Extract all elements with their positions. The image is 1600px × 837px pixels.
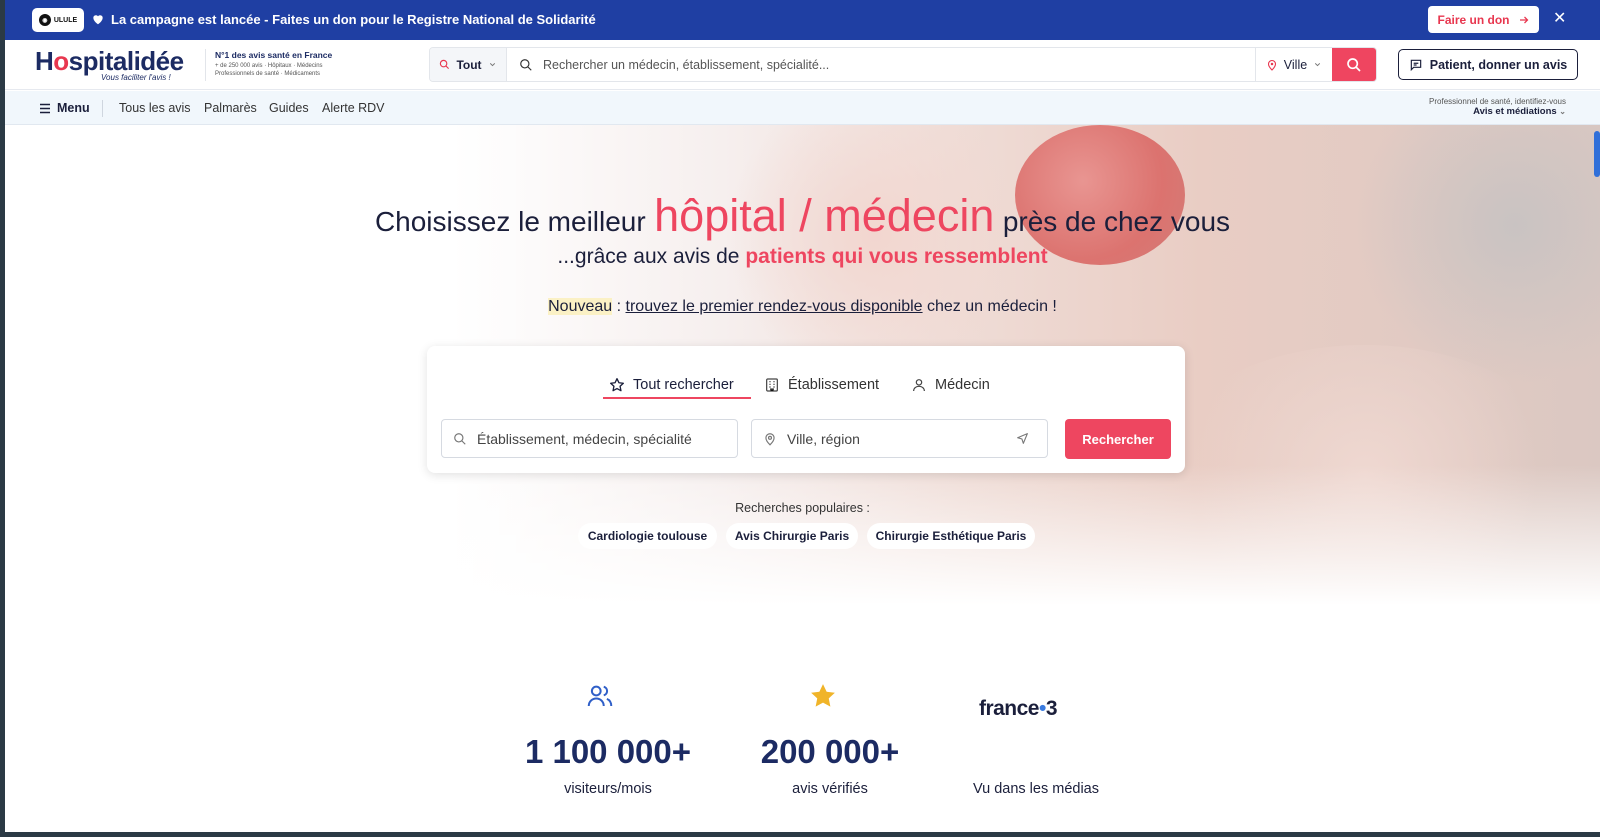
- query-field: [441, 419, 738, 458]
- hamburger-icon: [40, 103, 50, 113]
- message-square-icon: [1410, 59, 1421, 71]
- popular-chip-cardiologie[interactable]: Cardiologie toulouse: [578, 523, 717, 549]
- tab-label: Tout rechercher: [633, 377, 734, 393]
- logo-wordmark: Hospitalidée: [35, 46, 184, 76]
- search-icon: [440, 59, 450, 70]
- france3-logo: france•3: [978, 697, 1058, 720]
- logo-divider: [205, 49, 206, 81]
- new-feature-post: chez un médecin !: [922, 298, 1057, 315]
- query-input[interactable]: [477, 430, 737, 447]
- hero-headline: Choisissez le meilleur hôpital / médecin…: [5, 190, 1600, 242]
- arrow-right-icon: [1519, 16, 1528, 23]
- pro-login-hint: Professionnel de santé, identifiez-vous: [1429, 97, 1566, 106]
- subheadline-highlight: patients qui vous ressemblent: [745, 245, 1048, 268]
- pro-login-label: Avis et médiations: [1473, 106, 1557, 117]
- tab-label: Médecin: [935, 377, 990, 393]
- give-review-button[interactable]: Patient, donner un avis: [1398, 49, 1578, 80]
- building-icon: [766, 378, 778, 392]
- nav-link-tous-les-avis[interactable]: Tous les avis: [119, 101, 191, 115]
- chevron-down-icon: [489, 63, 495, 67]
- meta-title: N°1 des avis santé en France: [215, 50, 333, 60]
- main-nav: Menu Tous les avis Palmarès Guides Alert…: [5, 91, 1600, 125]
- person-icon: [913, 379, 925, 392]
- stat-visitors-label: visiteurs/mois: [564, 781, 652, 797]
- meta-line-2: Professionnels de santé · Médicaments: [215, 71, 321, 77]
- subheadline-pre: ...grâce aux avis de: [557, 245, 740, 268]
- pro-login-menu: Avis et médiations ⌄: [1429, 106, 1566, 117]
- first-appointment-link[interactable]: trouvez le premier rendez-vous disponibl…: [626, 298, 923, 315]
- search-card: Tout rechercher Établissement Médecin Re…: [427, 346, 1185, 473]
- users-icon: [587, 685, 613, 707]
- headline-post: près de chez vous: [1002, 206, 1231, 237]
- header-search-button[interactable]: [1332, 48, 1376, 81]
- search-submit-button[interactable]: Rechercher: [1065, 419, 1171, 459]
- map-pin-icon: [765, 432, 775, 446]
- new-badge: Nouveau: [548, 298, 613, 315]
- hero-subheadline: ...grâce aux avis de patients qui vous r…: [5, 245, 1600, 269]
- ulule-logo-mark: ◉: [38, 14, 51, 26]
- city-select[interactable]: Ville: [1255, 48, 1332, 81]
- header-search-input[interactable]: [543, 57, 1255, 72]
- headline-pre: Choisissez le meilleur: [374, 206, 646, 237]
- stat-reviews-label: avis vérifiés: [792, 781, 868, 797]
- stat-reviews-value: 200 000+: [760, 733, 900, 770]
- popular-chip-chirurgie-paris[interactable]: Avis Chirurgie Paris: [726, 523, 858, 549]
- tab-etablissement[interactable]: Établissement: [764, 371, 879, 399]
- banner-message: La campagne est lancée - Faites un don p…: [111, 12, 596, 27]
- new-feature-line: Nouveau : trouvez le premier rendez-vous…: [5, 298, 1600, 316]
- active-tab-indicator: [603, 397, 751, 399]
- ulule-logo[interactable]: ◉ ULULE: [32, 8, 84, 32]
- star-icon: [610, 378, 624, 392]
- headline-highlight: hôpital / médecin: [654, 190, 995, 241]
- popular-chip-chirurgie-esthetique[interactable]: Chirurgie Esthétique Paris: [867, 523, 1035, 549]
- hospitalidee-logo[interactable]: Hospitalidée Vous faciliter l'avis !: [35, 46, 184, 82]
- tab-tout-rechercher[interactable]: Tout rechercher: [609, 371, 734, 399]
- star-icon: [811, 684, 835, 707]
- nav-divider: [102, 100, 103, 117]
- close-icon[interactable]: ✕: [1553, 11, 1566, 27]
- popular-searches-label: Recherches populaires :: [735, 501, 870, 515]
- chevron-down-icon: [1315, 63, 1321, 67]
- stat-media-label: Vu dans les médias: [972, 781, 1099, 797]
- nav-link-palmares[interactable]: Palmarès: [204, 101, 257, 115]
- new-separator: :: [612, 298, 626, 315]
- map-pin-icon: [1267, 59, 1276, 71]
- site-header: Hospitalidée Vous faciliter l'avis ! N°1…: [5, 40, 1600, 90]
- meta-line-1: + de 250 000 avis · Hôpitaux · Médecins: [215, 63, 323, 69]
- locate-arrow-icon[interactable]: [1016, 432, 1029, 445]
- give-review-label: Patient, donner un avis: [1429, 57, 1568, 72]
- header-search: Tout Ville: [429, 47, 1377, 82]
- menu-label: Menu: [57, 101, 90, 115]
- heart-icon: [93, 15, 103, 25]
- search-scope-label: Tout: [456, 57, 482, 72]
- pro-login-link[interactable]: Professionnel de santé, identifiez-vous …: [1429, 97, 1566, 118]
- logo-tagline: Vous faciliter l'avis !: [101, 73, 171, 82]
- tab-label: Établissement: [788, 377, 880, 393]
- search-icon: [520, 58, 532, 71]
- ulule-logo-text: ULULE: [53, 16, 78, 24]
- location-input[interactable]: [787, 430, 1006, 447]
- menu-button[interactable]: Menu: [39, 101, 90, 115]
- city-select-label: Ville: [1283, 57, 1308, 72]
- page-frame: ◉ ULULE La campagne est lancée - Faites …: [5, 0, 1600, 832]
- logo-meta: N°1 des avis santé en France + de 250 00…: [215, 50, 355, 78]
- donate-button-label: Faire un don: [1437, 12, 1510, 27]
- tab-medecin[interactable]: Médecin: [911, 371, 990, 399]
- scrollbar-thumb[interactable]: [1594, 131, 1600, 177]
- nav-link-guides[interactable]: Guides: [269, 101, 309, 115]
- search-icon: [454, 432, 466, 445]
- search-icon: [1347, 57, 1361, 72]
- campaign-banner: ◉ ULULE La campagne est lancée - Faites …: [5, 0, 1600, 40]
- donate-button[interactable]: Faire un don: [1428, 6, 1539, 33]
- header-search-field: [507, 48, 1255, 81]
- search-scope-select[interactable]: Tout: [430, 48, 507, 81]
- chevron-down-icon: ⌄: [1559, 107, 1566, 116]
- location-field: [751, 419, 1048, 458]
- stat-visitors-value: 1 100 000+: [524, 733, 692, 770]
- nav-link-alerte-rdv[interactable]: Alerte RDV: [322, 101, 385, 115]
